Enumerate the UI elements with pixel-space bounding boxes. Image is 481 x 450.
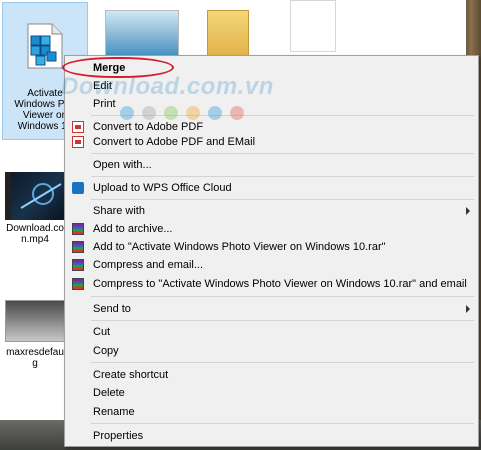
menu-item-label: Share with bbox=[93, 205, 145, 217]
menu-item-copy[interactable]: Copy bbox=[65, 342, 478, 360]
menu-item-add-archive[interactable]: Add to archive... bbox=[65, 220, 478, 238]
menu-item-label: Rename bbox=[93, 406, 135, 418]
watermark-logo: Download.com.vn bbox=[61, 73, 274, 100]
watermark-dot bbox=[230, 106, 244, 120]
winrar-icon bbox=[72, 223, 84, 235]
menu-item-properties[interactable]: Properties bbox=[65, 427, 478, 445]
menu-item-send-to[interactable]: Send to bbox=[65, 300, 478, 318]
menu-item-label: Create shortcut bbox=[93, 369, 169, 381]
registry-file-icon bbox=[27, 23, 63, 69]
winrar-icon bbox=[72, 278, 84, 290]
menu-item-label: Properties bbox=[93, 430, 144, 442]
menu-item-label: Cut bbox=[93, 326, 111, 338]
menu-separator bbox=[91, 362, 474, 363]
merge-highlight-ellipse bbox=[62, 57, 174, 78]
watermark-dot bbox=[120, 106, 134, 120]
pdf-email-icon bbox=[72, 136, 84, 148]
menu-item-add-rar[interactable]: Add to "Activate Windows Photo Viewer on… bbox=[65, 238, 478, 256]
menu-item-label: Add to archive... bbox=[93, 223, 173, 235]
menu-item-label: Delete bbox=[93, 387, 125, 399]
menu-separator bbox=[91, 153, 474, 154]
menu-item-upload-wps[interactable]: Upload to WPS Office Cloud bbox=[65, 179, 478, 197]
menu-separator bbox=[91, 320, 474, 321]
menu-item-delete[interactable]: Delete bbox=[65, 384, 478, 402]
menu-item-label: Open with... bbox=[93, 159, 152, 171]
file-tile-maxresdefault[interactable]: maxresdefau g bbox=[0, 295, 70, 385]
menu-separator bbox=[91, 296, 474, 297]
watermark-dots bbox=[120, 106, 252, 123]
menu-item-label: Upload to WPS Office Cloud bbox=[93, 182, 232, 194]
menu-item-open-with[interactable]: Open with... bbox=[65, 156, 478, 174]
image-thumbnail bbox=[5, 300, 65, 342]
menu-item-label: Add to "Activate Windows Photo Viewer on… bbox=[93, 241, 386, 253]
menu-item-label: Compress to "Activate Windows Photo View… bbox=[93, 278, 467, 290]
menu-separator bbox=[91, 176, 474, 177]
wps-cloud-icon bbox=[72, 182, 84, 194]
menu-separator bbox=[91, 199, 474, 200]
file-tile-download-video[interactable]: Download.co n.mp4 bbox=[0, 165, 77, 255]
watermark-dot bbox=[186, 106, 200, 120]
menu-item-label: Convert to Adobe PDF and EMail bbox=[93, 136, 256, 148]
winrar-icon bbox=[72, 241, 84, 253]
submenu-arrow-icon bbox=[466, 207, 470, 215]
menu-item-share-with[interactable]: Share with bbox=[65, 202, 478, 220]
zip-folder-icon[interactable] bbox=[207, 10, 249, 57]
menu-item-label: Send to bbox=[93, 303, 131, 315]
menu-item-compress-rar-email[interactable]: Compress to "Activate Windows Photo View… bbox=[65, 275, 478, 293]
menu-item-rename[interactable]: Rename bbox=[65, 403, 478, 421]
video-frame-art bbox=[20, 183, 62, 209]
menu-item-cut[interactable]: Cut bbox=[65, 323, 478, 341]
menu-separator bbox=[91, 423, 474, 424]
winrar-icon bbox=[72, 259, 84, 271]
menu-item-label: Copy bbox=[93, 345, 119, 357]
menu-item-create-shortcut[interactable]: Create shortcut bbox=[65, 366, 478, 384]
menu-item-compress-email[interactable]: Compress and email... bbox=[65, 256, 478, 274]
submenu-arrow-icon bbox=[466, 305, 470, 313]
document-file-icon[interactable] bbox=[290, 0, 336, 52]
watermark-dot bbox=[208, 106, 222, 120]
menu-item-convert-pdf-email[interactable]: Convert to Adobe PDF and EMail bbox=[65, 133, 478, 151]
image-file-thumbnail[interactable] bbox=[105, 10, 179, 58]
menu-item-label: Compress and email... bbox=[93, 259, 204, 271]
pdf-icon bbox=[72, 121, 84, 133]
watermark-dot bbox=[142, 106, 156, 120]
watermark-dot bbox=[164, 106, 178, 120]
